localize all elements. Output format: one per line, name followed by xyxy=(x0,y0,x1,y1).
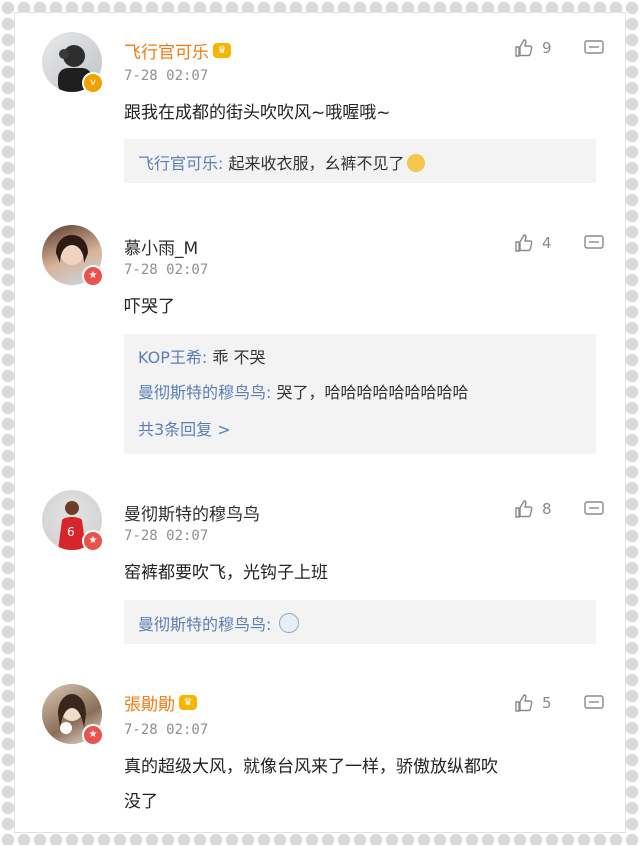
reply-text: 乖 不哭 xyxy=(207,348,266,367)
like-button[interactable]: 5 xyxy=(514,693,552,713)
comment-text: 吓哭了 xyxy=(124,297,175,317)
emoji-sweat-icon xyxy=(406,154,425,172)
thumbs-up-icon xyxy=(515,234,533,252)
like-count: 4 xyxy=(542,234,552,252)
comment-time: 7-28 02:07 xyxy=(124,528,209,544)
vip-crown-icon: ♛ xyxy=(213,43,231,58)
avatar[interactable]: 6 ★ xyxy=(42,490,104,552)
thumbs-up-icon xyxy=(515,39,533,57)
like-count: 9 xyxy=(542,39,552,57)
like-button[interactable]: 4 xyxy=(514,233,552,253)
comment-sheet: v 飞行官可乐 ♛ 7-28 02:07 9 跟我在成都的街头吹吹风~哦喔哦~ … xyxy=(14,12,626,833)
reply-username[interactable]: KOP王希: xyxy=(138,348,207,367)
vip-crown-icon: ♛ xyxy=(179,695,197,710)
comment-text: 没了 xyxy=(124,792,158,812)
reply-username[interactable]: 飞行官可乐: xyxy=(138,154,223,173)
svg-text:6: 6 xyxy=(67,525,75,539)
comment-username[interactable]: 曼彻斯特的穆鸟鸟 xyxy=(124,500,260,525)
like-button[interactable]: 8 xyxy=(514,499,552,519)
reply-line: KOP王希: 乖 不哭 xyxy=(138,344,265,368)
reply-text: 起来收衣服，幺裤不见了 xyxy=(223,154,405,173)
reply-text xyxy=(271,615,276,634)
comment-username[interactable]: 飞行官可乐 ♛ xyxy=(124,38,231,63)
reply-line: 飞行官可乐: 起来收衣服，幺裤不见了 xyxy=(138,150,425,174)
emoji-dizzy-icon xyxy=(278,613,299,633)
comment-time: 7-28 02:07 xyxy=(124,68,209,84)
reply-username[interactable]: 曼彻斯特的穆鸟鸟: xyxy=(138,383,271,402)
username-label: 張勛勛 xyxy=(124,695,175,715)
reply-icon[interactable] xyxy=(584,501,604,517)
username-label: 曼彻斯特的穆鸟鸟 xyxy=(124,505,260,525)
more-replies-link[interactable]: 共3条回复 > xyxy=(138,416,231,440)
reply-line: 曼彻斯特的穆鸟鸟: xyxy=(138,611,299,635)
reply-icon[interactable] xyxy=(584,695,604,711)
comment-username[interactable]: 張勛勛 ♛ xyxy=(124,690,197,715)
verified-badge-icon: ★ xyxy=(82,724,104,746)
verified-badge-icon: ★ xyxy=(82,530,104,552)
avatar[interactable]: v xyxy=(42,32,104,94)
reply-box[interactable]: KOP王希: 乖 不哭 曼彻斯特的穆鸟鸟: 哭了，哈哈哈哈哈哈哈哈哈 共3条回复… xyxy=(124,334,596,454)
reply-line: 曼彻斯特的穆鸟鸟: 哭了，哈哈哈哈哈哈哈哈哈 xyxy=(138,379,469,403)
username-label: 飞行官可乐 xyxy=(124,43,209,63)
comment-text: 窑裤都要吹飞，光钩子上班 xyxy=(124,563,328,583)
thumbs-up-icon xyxy=(515,500,533,518)
reply-icon[interactable] xyxy=(584,235,604,251)
like-count: 5 xyxy=(542,694,552,712)
username-label: 慕小雨_M xyxy=(124,239,199,259)
like-button[interactable]: 9 xyxy=(514,38,552,58)
comment-time: 7-28 02:07 xyxy=(124,722,209,738)
reply-box[interactable]: 飞行官可乐: 起来收衣服，幺裤不见了 xyxy=(124,139,596,183)
thumbs-up-icon xyxy=(515,694,533,712)
reply-text: 哭了，哈哈哈哈哈哈哈哈哈 xyxy=(271,383,469,402)
comment-username[interactable]: 慕小雨_M xyxy=(124,234,198,259)
avatar[interactable]: ★ xyxy=(42,684,104,746)
verified-badge-icon: ★ xyxy=(82,265,104,287)
reply-icon[interactable] xyxy=(584,40,604,56)
like-count: 8 xyxy=(542,500,552,518)
verified-badge-icon: v xyxy=(82,72,104,94)
comment-text: 真的超级大风，就像台风来了一样，骄傲放纵都吹 xyxy=(124,757,498,777)
comment-text: 跟我在成都的街头吹吹风~哦喔哦~ xyxy=(124,103,391,123)
avatar[interactable]: ★ xyxy=(42,225,104,287)
comment-time: 7-28 02:07 xyxy=(124,262,209,278)
reply-box[interactable]: 曼彻斯特的穆鸟鸟: xyxy=(124,600,596,644)
reply-username[interactable]: 曼彻斯特的穆鸟鸟: xyxy=(138,615,271,634)
